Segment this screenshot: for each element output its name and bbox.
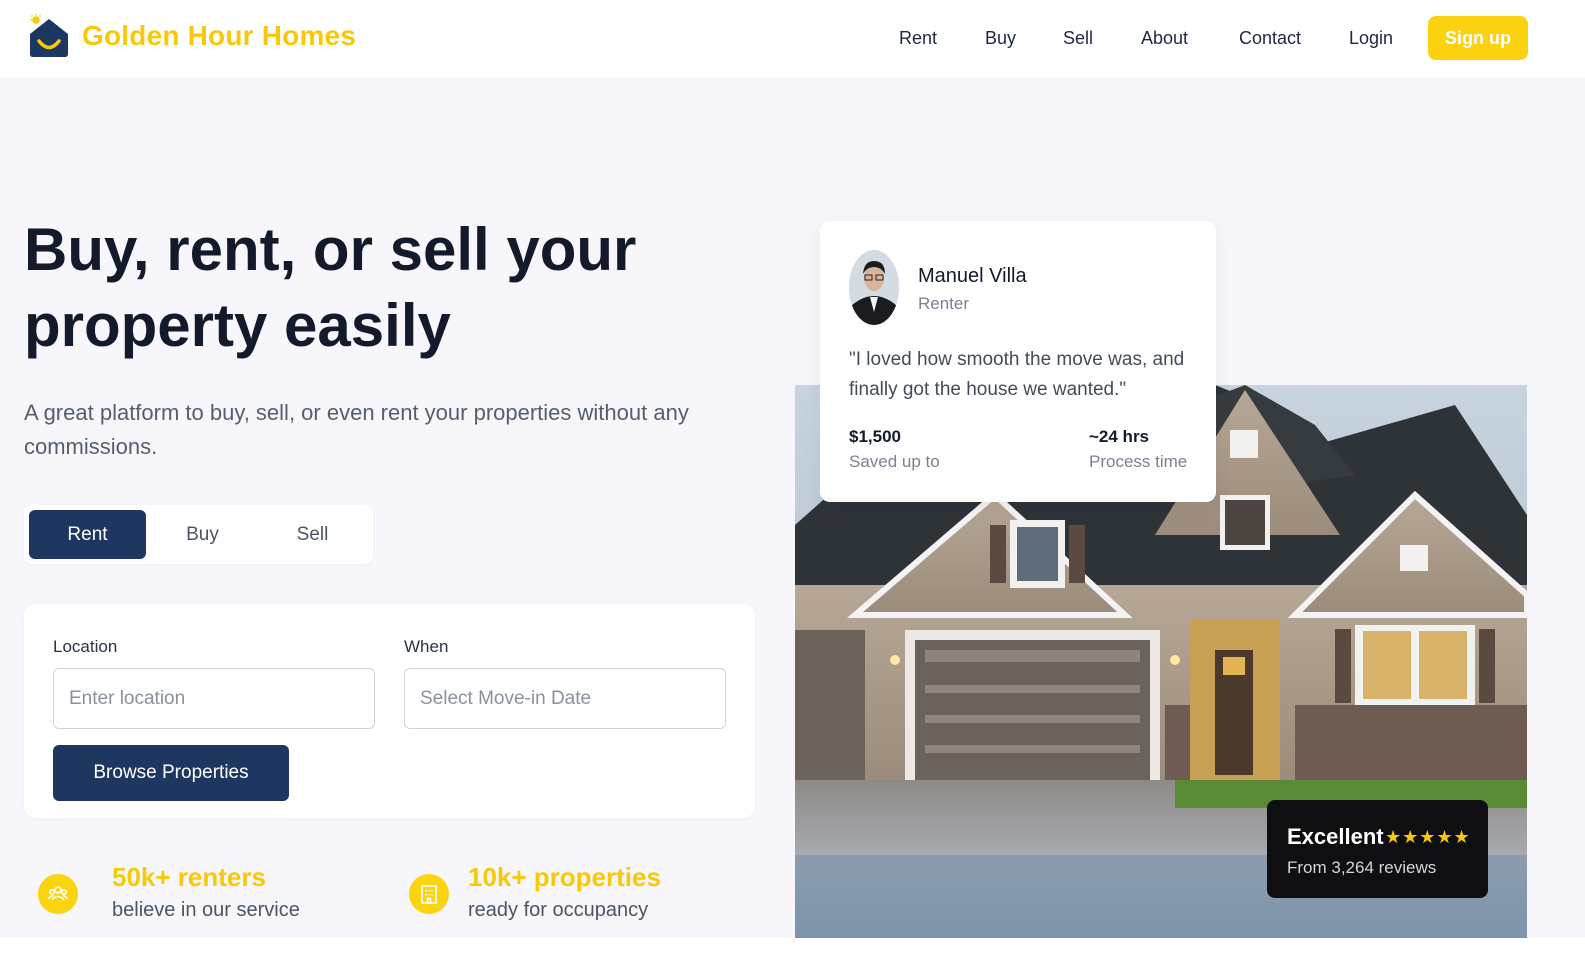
tab-sell[interactable]: Sell bbox=[254, 510, 371, 559]
testimonial-card: Manuel Villa Renter "I loved how smooth … bbox=[820, 221, 1216, 502]
signup-button[interactable]: Sign up bbox=[1428, 16, 1528, 60]
rating-title: Excellent bbox=[1287, 824, 1384, 849]
mode-tabs: Rent Buy Sell bbox=[24, 505, 373, 564]
top-navbar: Golden Hour Homes Rent Buy Sell About Co… bbox=[0, 0, 1585, 77]
hero-title: Buy, rent, or sell your property easily bbox=[24, 216, 637, 359]
search-card: Location When Browse Properties bbox=[24, 604, 755, 818]
nav-login[interactable]: Login bbox=[1349, 28, 1393, 49]
browse-properties-button[interactable]: Browse Properties bbox=[53, 745, 289, 801]
stat-renters-value: 50k+ renters bbox=[112, 862, 266, 892]
when-label: When bbox=[404, 637, 449, 656]
rating-reviews: From 3,264 reviews bbox=[1287, 858, 1437, 877]
hero-subtitle: A great platform to buy, sell, or even r… bbox=[24, 400, 689, 459]
tab-rent[interactable]: Rent bbox=[29, 510, 146, 559]
page-bottom bbox=[0, 938, 1585, 967]
testimonial-quote: "I loved how smooth the move was, and fi… bbox=[849, 349, 1185, 400]
location-label: Location bbox=[53, 637, 118, 656]
nav-sell[interactable]: Sell bbox=[1063, 28, 1093, 49]
stat-properties-text: ready for occupancy bbox=[468, 899, 649, 921]
metric-saved-caption: Saved up to bbox=[849, 452, 940, 471]
metric-time-caption: Process time bbox=[1089, 452, 1188, 471]
star-rating-icon: ★★★★★ bbox=[1385, 827, 1471, 847]
metric-time-value: ~24 hrs bbox=[1089, 427, 1150, 446]
tab-buy[interactable]: Buy bbox=[144, 510, 261, 559]
location-input[interactable] bbox=[53, 668, 375, 729]
stat-properties-value: 10k+ properties bbox=[468, 862, 661, 892]
metric-saved-value: $1,500 bbox=[849, 427, 901, 446]
move-in-date-input[interactable] bbox=[404, 668, 726, 729]
rating-badge: Excellent ★★★★★ From 3,264 reviews bbox=[1267, 800, 1488, 898]
building-icon bbox=[409, 874, 449, 914]
stat-renters-text: believe in our service bbox=[112, 899, 300, 921]
nav-buy[interactable]: Buy bbox=[985, 28, 1016, 49]
nav-contact[interactable]: Contact bbox=[1239, 28, 1301, 49]
testimonial-role: Renter bbox=[918, 294, 970, 313]
testimonial-name: Manuel Villa bbox=[918, 265, 1027, 287]
nav-about[interactable]: About bbox=[1141, 28, 1188, 49]
users-icon bbox=[38, 874, 78, 914]
nav-rent[interactable]: Rent bbox=[899, 28, 937, 49]
avatar bbox=[849, 250, 899, 325]
nav-links: Rent Buy Sell About Contact Login bbox=[0, 28, 1585, 52]
